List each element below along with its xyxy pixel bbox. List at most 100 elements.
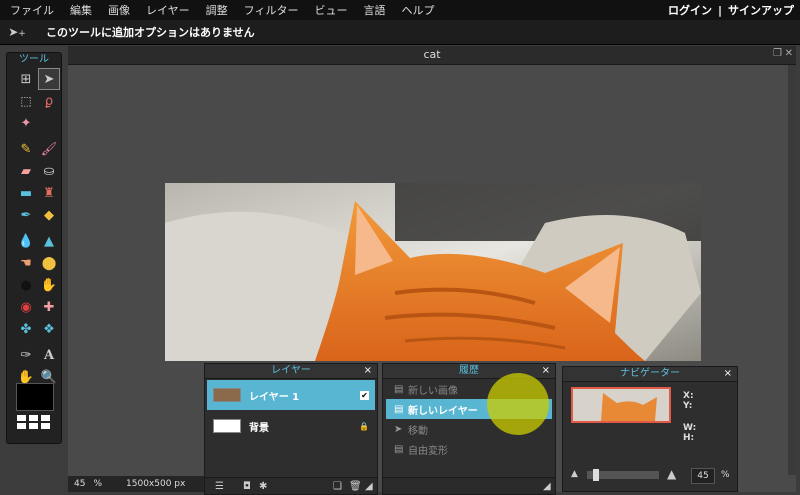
- bucket-tool-icon[interactable]: ⛀: [39, 161, 59, 181]
- history-close-button[interactable]: ×: [542, 364, 550, 378]
- zoom-value[interactable]: 45: [74, 479, 85, 489]
- w-label: W:: [683, 423, 697, 433]
- navigator-title: ナビゲーター: [620, 368, 680, 379]
- bloat-tool-icon[interactable]: ✤: [16, 319, 36, 339]
- sharpen-tool-icon[interactable]: ▲: [39, 231, 59, 251]
- menu-image[interactable]: 画像: [100, 2, 138, 18]
- menu-edit[interactable]: 編集: [62, 2, 100, 18]
- lasso-tool-icon[interactable]: ϼ: [39, 91, 59, 111]
- history-toolbar: ◢: [383, 477, 555, 494]
- image-size: 1500x500 px: [126, 479, 186, 489]
- pencil-tool-icon[interactable]: ✎: [16, 139, 36, 159]
- navigator-thumbnail-art: [573, 389, 669, 421]
- menu-language[interactable]: 言語: [355, 2, 393, 18]
- zoom-out-icon[interactable]: ▲: [571, 469, 578, 479]
- wand-tool-icon[interactable]: ✦: [16, 113, 36, 133]
- stamp-tool-icon[interactable]: ♜: [39, 183, 59, 203]
- menu-adjust[interactable]: 調整: [198, 2, 236, 18]
- history-item-label: 移動: [408, 425, 428, 437]
- layer-settings-icon[interactable]: ☰: [215, 481, 224, 492]
- sponge-tool-icon[interactable]: ⬤: [39, 253, 59, 273]
- dodge-tool-icon[interactable]: ✋: [39, 275, 59, 295]
- marquee-tool-icon[interactable]: ⬚: [16, 91, 36, 111]
- layers-toolbar: ☰ ◘ ✱ ❏ 🗑 ◢: [205, 477, 377, 494]
- picker-tool-icon[interactable]: ✒: [16, 205, 36, 225]
- shape-tool-icon[interactable]: ◆: [39, 205, 59, 225]
- document-title: cat: [68, 46, 796, 65]
- history-item[interactable]: ▤ 自由変形: [386, 439, 552, 459]
- resize-grip-icon[interactable]: ◢: [543, 481, 551, 492]
- history-item-label: 新しいレイヤー: [408, 405, 478, 417]
- toolbox: ツール ⊞ ➤ ⬚ ϼ ✦ ✎ 🖌 ▰ ⛀ ▬ ♜ ✒ ◆ 💧 ▲ ☚ ⬤ ● …: [6, 52, 62, 444]
- y-label: Y:: [683, 401, 693, 411]
- layers-title: レイヤー: [271, 365, 311, 376]
- burn-tool-icon[interactable]: ●: [16, 275, 36, 295]
- document-icon: ▤: [394, 383, 404, 395]
- blur-tool-icon[interactable]: 💧: [16, 231, 36, 251]
- cat-image-art: [165, 183, 701, 361]
- crop-tool-icon[interactable]: ⊞: [16, 69, 36, 89]
- redeye-tool-icon[interactable]: ◉: [16, 297, 36, 317]
- history-item-label: 新しい画像: [408, 385, 458, 397]
- layer-thumbnail: [213, 388, 241, 402]
- layer-name: レイヤー 1: [249, 391, 300, 403]
- gradient-tool-icon[interactable]: ▬: [16, 183, 36, 203]
- tool-spacer: [39, 113, 59, 133]
- resize-grip-icon[interactable]: ◢: [365, 481, 373, 492]
- eraser-tool-icon[interactable]: ▰: [16, 161, 36, 181]
- layer-row[interactable]: レイヤー 1 ✔: [207, 380, 375, 410]
- smudge-tool-icon[interactable]: ☚: [16, 253, 36, 273]
- navigator-zoom-input[interactable]: 45: [691, 468, 715, 484]
- brush-tool-icon[interactable]: 🖌: [39, 139, 59, 159]
- options-bar: ➤+ このツールに追加オプションはありません: [0, 20, 800, 45]
- auth-links: ログイン | サインアップ: [668, 0, 794, 20]
- navigator-panel-title: ナビゲーター ×: [563, 367, 737, 382]
- layers-close-button[interactable]: ×: [364, 364, 372, 378]
- navigator-zoom-unit: %: [721, 470, 730, 480]
- new-layer-icon[interactable]: ❏: [333, 481, 342, 492]
- history-title: 履歴: [459, 365, 479, 376]
- layer-mask-icon[interactable]: ◘: [243, 481, 251, 492]
- grid-icon[interactable]: [17, 415, 50, 429]
- menu-help[interactable]: ヘルプ: [393, 2, 442, 18]
- cat-image[interactable]: [165, 183, 701, 361]
- navigator-thumbnail[interactable]: [571, 387, 671, 423]
- maximize-icon[interactable]: ❐: [773, 48, 782, 59]
- history-item-label: 自由変形: [408, 445, 448, 457]
- color-picker-tool-icon[interactable]: ✑: [16, 345, 36, 365]
- status-bar: 45 % 1500x500 px: [68, 476, 214, 492]
- click-highlight: [487, 373, 549, 435]
- x-label: X:: [683, 391, 694, 401]
- navigator-panel: ナビゲーター × X: Y: W: H: ▲ ▲ 45 %: [562, 366, 738, 492]
- layer-thumbnail: [213, 419, 241, 433]
- text-tool-icon[interactable]: A: [39, 345, 59, 365]
- color-swatch[interactable]: [16, 383, 54, 411]
- layer-visibility-checkbox[interactable]: ✔: [360, 390, 369, 400]
- document-icon: ▤: [394, 443, 404, 455]
- vertical-scrollbar[interactable]: [788, 65, 796, 475]
- auth-separator: |: [717, 3, 722, 17]
- zoom-in-icon[interactable]: ▲: [667, 467, 676, 481]
- patch-tool-icon[interactable]: ✚: [39, 297, 59, 317]
- h-label: H:: [683, 433, 695, 443]
- toolbox-title: ツール: [19, 54, 49, 65]
- pinch-tool-icon[interactable]: ❖: [39, 319, 59, 339]
- login-link[interactable]: ログイン: [668, 2, 712, 18]
- zoom-slider-handle[interactable]: [593, 469, 599, 481]
- menu-file[interactable]: ファイル: [0, 2, 62, 18]
- lock-icon: 🔒: [359, 421, 369, 431]
- menu-filter[interactable]: フィルター: [236, 2, 307, 18]
- close-icon[interactable]: ✕: [785, 48, 793, 59]
- menu-view[interactable]: ビュー: [306, 2, 355, 18]
- navigator-close-button[interactable]: ×: [724, 367, 732, 381]
- delete-layer-icon[interactable]: 🗑: [349, 481, 362, 492]
- signup-link[interactable]: サインアップ: [728, 2, 794, 18]
- layer-style-icon[interactable]: ✱: [259, 481, 267, 492]
- move-icon: ➤+: [8, 25, 26, 39]
- move-tool-icon[interactable]: ➤: [38, 68, 60, 90]
- zoom-unit: %: [93, 479, 103, 489]
- menu-layer[interactable]: レイヤー: [138, 2, 198, 18]
- layers-panel-title: レイヤー ×: [205, 364, 377, 379]
- layer-row[interactable]: 背景 🔒: [207, 411, 375, 441]
- layers-panel: レイヤー × レイヤー 1 ✔ 背景 🔒 ☰ ◘ ✱ ❏ 🗑 ◢: [204, 363, 378, 495]
